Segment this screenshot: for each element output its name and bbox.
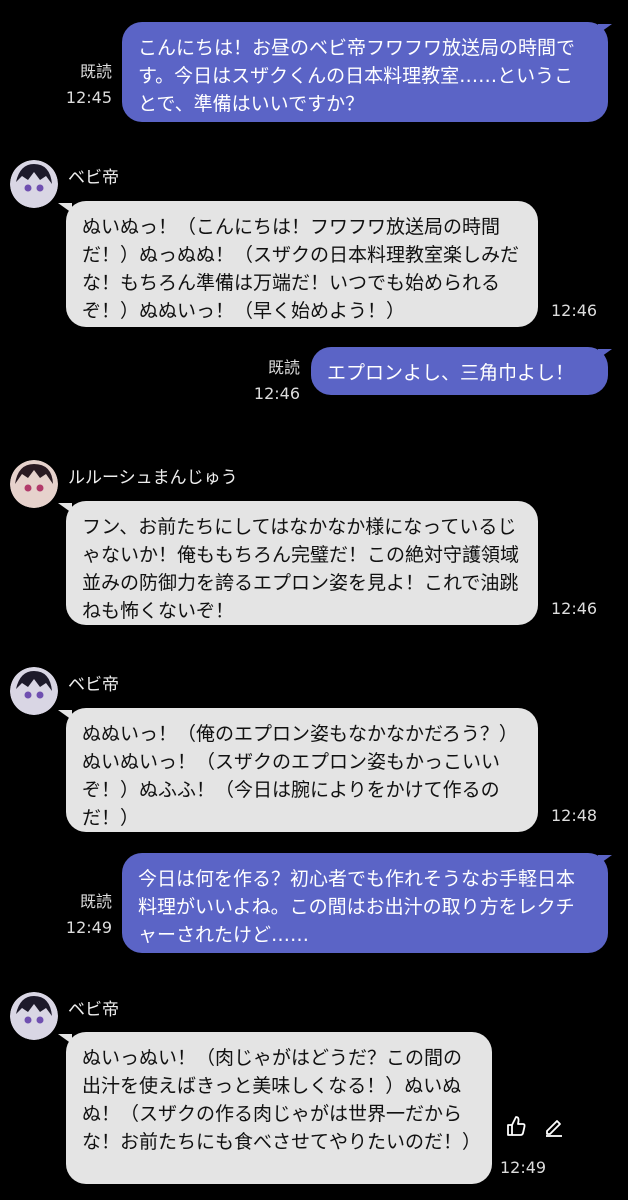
- avatar[interactable]: [10, 160, 58, 208]
- outgoing-message-bubble[interactable]: 今日は何を作る？初心者でも作れそうなお手軽日本料理がいいよね。この間はお出汁の取…: [122, 853, 608, 953]
- message-time: 12:49: [500, 1158, 547, 1177]
- message-meta: 既読 12:46: [228, 354, 300, 403]
- avatar[interactable]: [10, 992, 58, 1040]
- message-meta: 既読 12:49: [40, 888, 112, 937]
- outgoing-message-bubble[interactable]: エプロンよし、三角巾よし！: [311, 347, 608, 395]
- message-time: 12:45: [65, 88, 112, 107]
- incoming-message-bubble[interactable]: フン、お前たちにしてはなかなか様になっているじゃないか！俺ももちろん完璧だ！この…: [66, 501, 538, 625]
- read-receipt: 既読: [79, 892, 112, 911]
- incoming-message-bubble[interactable]: ぬいっぬい！（肉じゃがはどうだ？この間の出汁を使えばきっと美味しくなる！）ぬいぬ…: [66, 1032, 492, 1184]
- avatar[interactable]: [10, 667, 58, 715]
- sender-name: ベビ帝: [68, 1000, 119, 1020]
- read-receipt: 既読: [79, 62, 112, 81]
- message-actions: [504, 1114, 566, 1142]
- incoming-message-bubble[interactable]: ぬいぬっ！（こんにちは！フワフワ放送局の時間だ！）ぬっぬぬ！（スザクの日本料理教…: [66, 201, 538, 327]
- sender-name: ルルーシュまんじゅう: [68, 468, 238, 488]
- thumbs-up-icon[interactable]: [504, 1114, 528, 1142]
- sender-name: ベビ帝: [68, 168, 119, 188]
- pencil-icon[interactable]: [542, 1114, 566, 1142]
- avatar[interactable]: [10, 460, 58, 508]
- message-time: 12:49: [65, 918, 112, 937]
- outgoing-message-bubble[interactable]: こんにちは！お昼のベビ帝フワフワ放送局の時間です。今日はスザクくんの日本料理教室…: [122, 22, 608, 122]
- message-meta: 既読 12:45: [40, 58, 112, 107]
- read-receipt: 既読: [267, 358, 300, 377]
- message-time: 12:46: [253, 384, 300, 403]
- message-time: 12:46: [551, 599, 598, 618]
- sender-name: ベビ帝: [68, 675, 119, 695]
- message-time: 12:48: [551, 806, 598, 825]
- incoming-message-bubble[interactable]: ぬぬいっ！（俺のエプロン姿もなかなかだろう？）ぬいぬいっ！（スザクのエプロン姿も…: [66, 708, 538, 832]
- message-time: 12:46: [551, 301, 598, 320]
